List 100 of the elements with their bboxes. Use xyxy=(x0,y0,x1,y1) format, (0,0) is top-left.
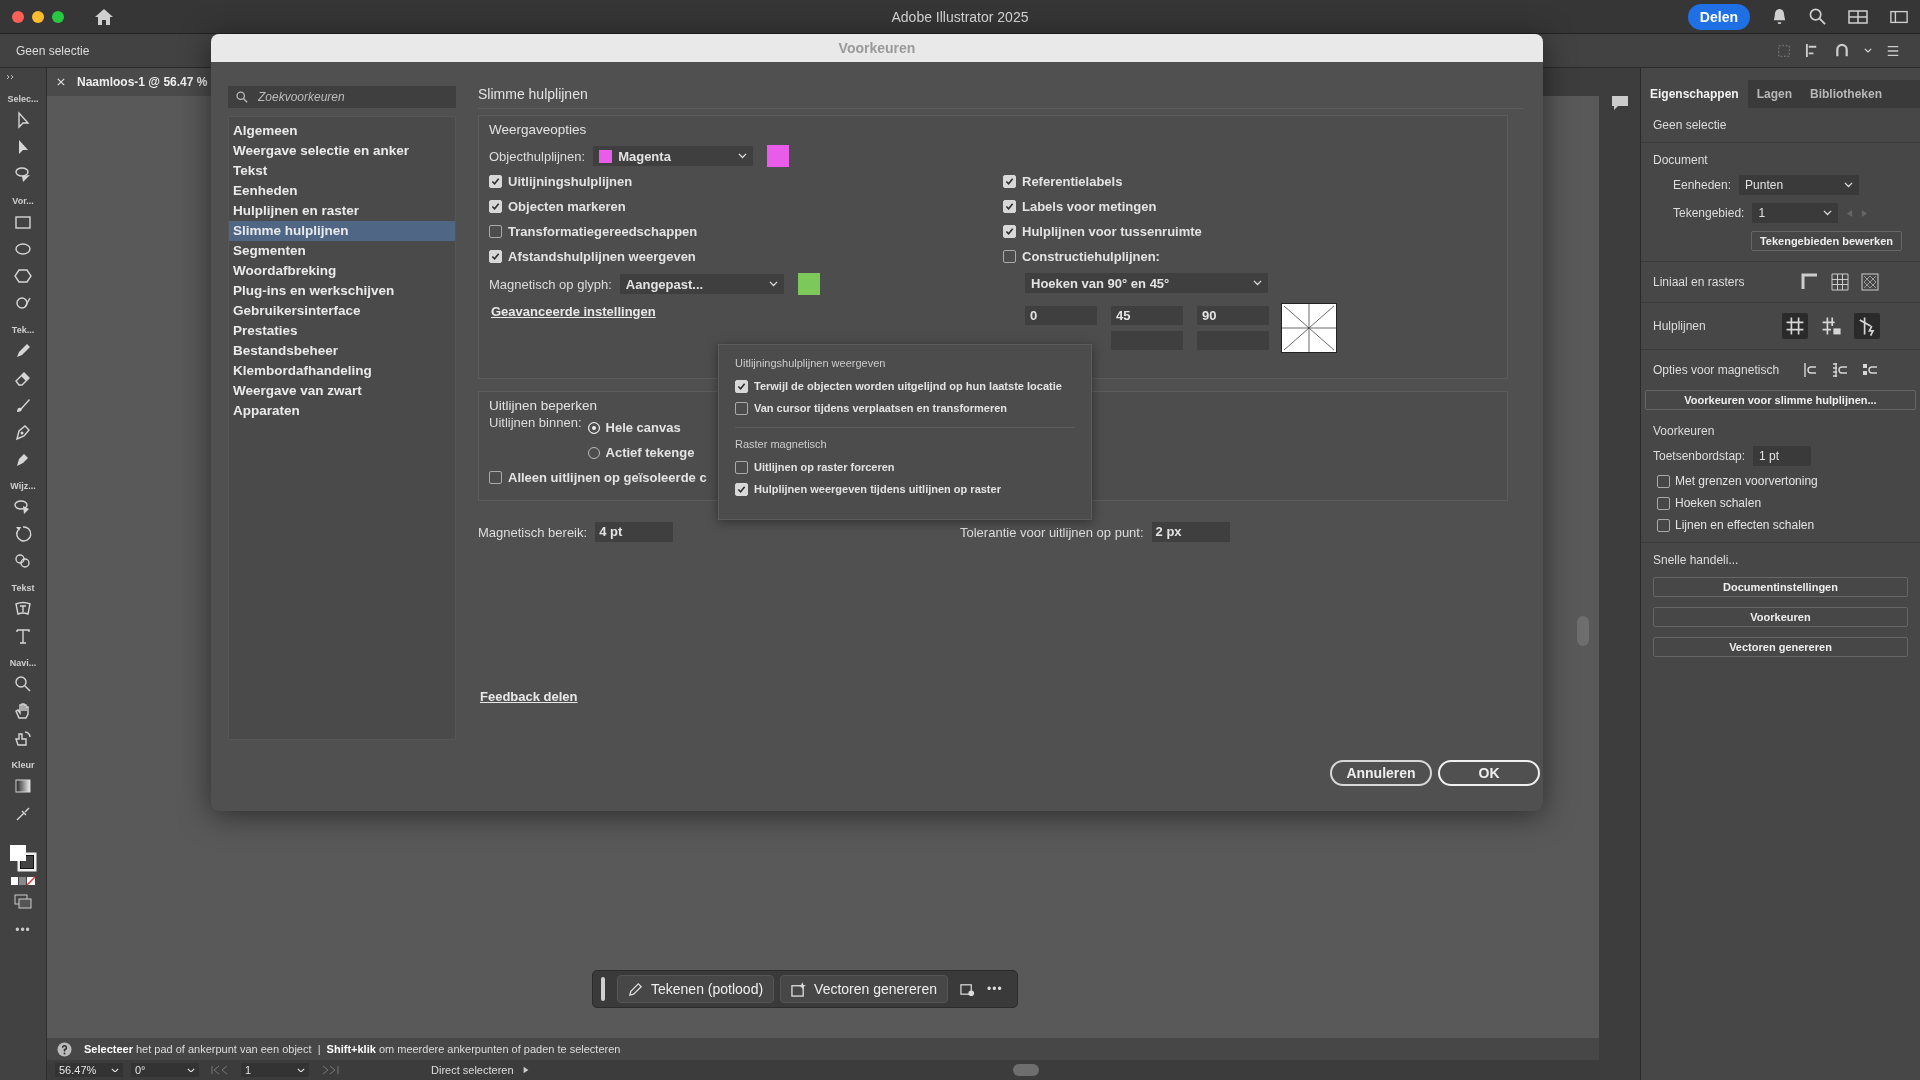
search-icon[interactable] xyxy=(1809,8,1826,25)
rotate-icon[interactable] xyxy=(13,524,33,544)
hexagon-icon[interactable] xyxy=(13,266,33,286)
panel-layout-icon[interactable] xyxy=(1890,8,1908,25)
color-swatch[interactable] xyxy=(767,145,790,167)
grid-icon[interactable] xyxy=(1830,272,1850,292)
fill-stroke-icon[interactable] xyxy=(8,843,38,873)
quick-action-button[interactable]: Vectoren genereren xyxy=(1653,637,1908,657)
category-item[interactable]: Klembordafhandeling xyxy=(229,361,455,381)
checkbox[interactable] xyxy=(735,460,748,474)
feedback-link[interactable]: Feedback delen xyxy=(480,689,578,704)
drag-handle[interactable] xyxy=(601,977,605,1001)
home-icon[interactable] xyxy=(94,7,114,26)
help-icon[interactable] xyxy=(57,1041,72,1057)
gradient-icon[interactable] xyxy=(13,776,33,796)
checkbox[interactable] xyxy=(735,379,748,393)
task-bar-button[interactable]: Vectoren genereren xyxy=(780,975,949,1003)
panel-tab[interactable]: Lagen xyxy=(1747,80,1802,108)
checkbox[interactable] xyxy=(1003,175,1016,188)
artboard-dropdown[interactable]: 1 xyxy=(1752,203,1839,223)
category-item[interactable]: Segmenten xyxy=(229,241,455,261)
color-dropdown[interactable]: Magenta xyxy=(593,146,754,166)
category-item[interactable]: Apparaten xyxy=(229,401,455,421)
rotation-field[interactable]: 0° xyxy=(131,1063,199,1077)
guides-icon[interactable] xyxy=(1782,313,1808,339)
search-icon[interactable] xyxy=(13,674,33,694)
checkbox[interactable] xyxy=(489,250,502,263)
category-item[interactable]: Hulplijnen en raster xyxy=(229,201,455,221)
angle-field[interactable]: 90 xyxy=(1197,306,1269,325)
arrange-documents-icon[interactable] xyxy=(1848,8,1868,25)
bell-icon[interactable] xyxy=(1772,8,1787,25)
category-item[interactable]: Plug-ins en werkschijven xyxy=(229,281,455,301)
keyboard-increment-field[interactable]: 1 pt xyxy=(1753,446,1812,466)
category-item[interactable]: Algemeen xyxy=(229,121,455,141)
panel-tab[interactable]: Eigenschappen xyxy=(1641,80,1748,108)
category-item[interactable]: Woordafbreking xyxy=(229,261,455,281)
category-item[interactable]: Tekst xyxy=(229,161,455,181)
category-item[interactable]: Gebruikersinterface xyxy=(229,301,455,321)
panel-tab[interactable]: Bibliotheken xyxy=(1801,80,1892,108)
tolerance-field[interactable]: 2 px xyxy=(1151,522,1230,542)
magnet-icon[interactable] xyxy=(1834,43,1850,58)
image-settings-icon[interactable] xyxy=(960,981,976,997)
category-item[interactable]: Eenheden xyxy=(229,181,455,201)
smart-guides-preferences-button[interactable]: Voorkeuren voor slimme hulplijnen... xyxy=(1645,390,1916,410)
minimize-window-button[interactable] xyxy=(32,10,44,23)
checkbox[interactable] xyxy=(735,401,748,415)
category-item[interactable]: Weergave van zwart xyxy=(229,381,455,401)
play-icon[interactable] xyxy=(521,1066,530,1074)
angle-field[interactable]: 45 xyxy=(1111,306,1183,325)
close-window-button[interactable] xyxy=(12,10,24,23)
checkbox[interactable] xyxy=(489,225,502,238)
screen-mode-icon[interactable] xyxy=(13,893,33,909)
more-tools-button[interactable]: ••• xyxy=(15,923,31,937)
checkbox[interactable] xyxy=(1657,518,1670,532)
checkbox[interactable] xyxy=(489,471,502,484)
checkbox[interactable] xyxy=(489,175,502,188)
share-button[interactable]: Delen xyxy=(1687,3,1750,30)
checkbox[interactable] xyxy=(1657,496,1670,510)
category-item[interactable]: Bestandsbeheer xyxy=(229,341,455,361)
color-modes-icon[interactable] xyxy=(10,876,36,886)
checkbox[interactable] xyxy=(1003,225,1016,238)
snap-range-field[interactable]: 4 pt xyxy=(595,522,674,542)
angles-dropdown[interactable]: Hoeken van 90° en 45° xyxy=(1025,273,1268,293)
expand-toolbar-icon[interactable] xyxy=(6,74,16,80)
zoom-field[interactable]: 56.47% xyxy=(55,1063,123,1077)
dialog-button[interactable]: OK xyxy=(1438,760,1540,786)
lasso-icon[interactable] xyxy=(13,164,33,184)
shape-builder-icon[interactable] xyxy=(13,551,33,571)
checkbox[interactable] xyxy=(1657,474,1670,488)
list-menu-icon[interactable] xyxy=(1886,43,1900,58)
quick-action-button[interactable]: Documentinstellingen xyxy=(1653,577,1908,597)
close-icon[interactable] xyxy=(57,78,65,86)
checkbox[interactable] xyxy=(735,482,748,496)
advanced-settings-link[interactable]: Geavanceerde instellingen xyxy=(491,304,1003,319)
transparency-grid-icon[interactable] xyxy=(1860,272,1880,292)
glyph-snap-dropdown[interactable]: Aangepast... xyxy=(619,274,784,294)
comment-icon[interactable] xyxy=(1609,94,1630,112)
task-bar-button[interactable]: Tekenen (potlood) xyxy=(617,975,775,1003)
category-item[interactable]: Slimme hulplijnen xyxy=(229,221,455,241)
snap-grid-magnet-icon[interactable] xyxy=(1830,360,1850,380)
artboard-field[interactable]: 1 xyxy=(241,1063,309,1077)
rotate-view-icon[interactable] xyxy=(13,728,33,748)
checkbox[interactable] xyxy=(1003,250,1016,263)
checkbox[interactable] xyxy=(1003,200,1016,213)
quick-action-button[interactable]: Voorkeuren xyxy=(1653,607,1908,627)
maximize-window-button[interactable] xyxy=(52,10,64,23)
search-field[interactable]: Zoekvoorkeuren xyxy=(228,86,456,108)
smart-guides-icon[interactable] xyxy=(1854,313,1880,339)
type-icon[interactable] xyxy=(13,626,33,646)
angle-field[interactable]: 0 xyxy=(1025,306,1097,325)
edit-artboards-button[interactable]: Tekengebieden bewerken xyxy=(1750,231,1902,251)
checkbox-label: Lijnen en effecten schalen xyxy=(1675,518,1815,532)
category-item[interactable]: Weergave selectie en anker xyxy=(229,141,455,161)
more-options-button[interactable]: ••• xyxy=(987,982,1009,996)
category-item[interactable]: Prestaties xyxy=(229,321,455,341)
units-dropdown[interactable]: Punten xyxy=(1739,175,1860,195)
color-swatch[interactable] xyxy=(797,273,820,295)
checkbox[interactable] xyxy=(489,200,502,213)
ruler-icon[interactable] xyxy=(1800,272,1820,292)
dialog-button[interactable]: Annuleren xyxy=(1330,760,1432,786)
